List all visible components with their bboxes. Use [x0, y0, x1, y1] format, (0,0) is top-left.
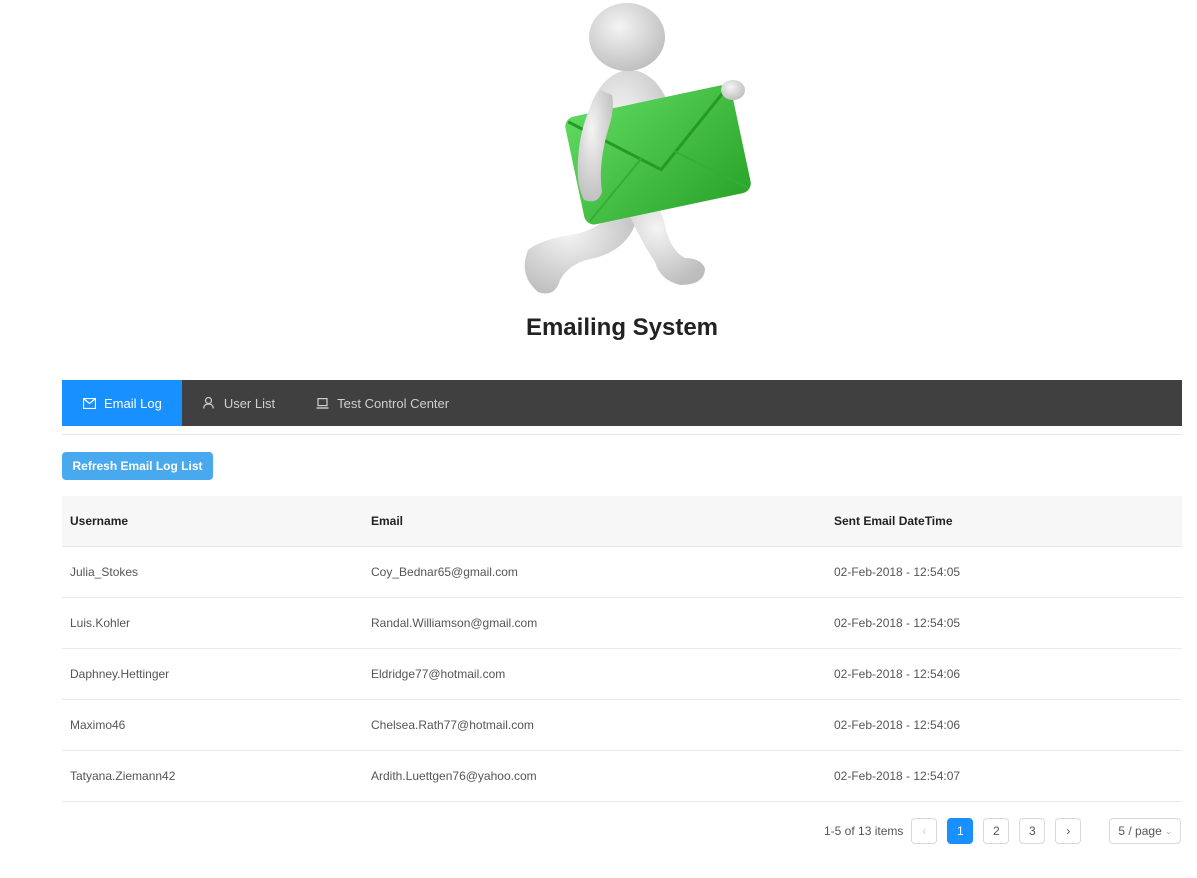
- cell-email: Eldridge77@hotmail.com: [371, 667, 506, 681]
- chevron-down-icon: ⌄: [1164, 825, 1173, 836]
- tab-test-control-center[interactable]: Test Control Center: [295, 380, 469, 426]
- table-header: Username Email Sent Email DateTime: [62, 496, 1182, 547]
- pagination-total: 1-5 of 13 items: [824, 824, 904, 838]
- cell-username: Luis.Kohler: [70, 616, 131, 630]
- cell-username: Julia_Stokes: [70, 565, 139, 579]
- cell-username: Tatyana.Ziemann42: [70, 769, 176, 783]
- table-row[interactable]: Julia_Stokes Coy_Bednar65@gmail.com 02-F…: [62, 547, 1182, 598]
- hero-illustration: [500, 0, 760, 310]
- table-row[interactable]: Daphney.Hettinger Eldridge77@hotmail.com…: [62, 649, 1182, 700]
- cell-email: Chelsea.Rath77@hotmail.com: [371, 718, 534, 732]
- refresh-email-log-button[interactable]: Refresh Email Log List: [62, 452, 213, 480]
- page-1-button[interactable]: 1: [947, 818, 974, 844]
- table-row[interactable]: Tatyana.Ziemann42 Ardith.Luettgen76@yaho…: [62, 751, 1182, 802]
- cell-sent-datetime: 02-Feb-2018 - 12:54:05: [834, 565, 961, 579]
- next-page-button[interactable]: ›: [1055, 818, 1082, 844]
- cell-username: Daphney.Hettinger: [70, 667, 170, 681]
- main-nav: Email Log User List Test Control Center: [62, 380, 1182, 426]
- prev-page-button[interactable]: ‹: [911, 818, 938, 844]
- mail-carrier-figure: [524, 3, 751, 294]
- user-icon: [202, 396, 216, 410]
- page-3-button[interactable]: 3: [1019, 818, 1046, 844]
- column-header-username[interactable]: Username: [62, 514, 363, 528]
- cell-email: Ardith.Luettgen76@yahoo.com: [371, 769, 537, 783]
- cell-sent-datetime: 02-Feb-2018 - 12:54:06: [834, 667, 961, 681]
- cell-sent-datetime: 02-Feb-2018 - 12:54:05: [834, 616, 961, 630]
- cell-email: Randal.Williamson@gmail.com: [371, 616, 538, 630]
- column-header-email[interactable]: Email: [363, 514, 826, 528]
- table-row[interactable]: Luis.Kohler Randal.Williamson@gmail.com …: [62, 598, 1182, 649]
- tab-user-list-label: User List: [223, 395, 276, 411]
- page-2-button[interactable]: 2: [983, 818, 1010, 844]
- tab-test-control-center-label: Test Control Center: [337, 395, 450, 411]
- cell-username: Maximo46: [70, 718, 126, 732]
- mail-icon: [82, 396, 96, 410]
- tab-user-list[interactable]: User List: [182, 380, 295, 426]
- email-log-table: Username Email Sent Email DateTime Julia…: [62, 496, 1182, 802]
- tab-email-log-label: Email Log: [104, 395, 162, 411]
- page-size-select[interactable]: 5 / page ⌄: [1109, 818, 1182, 844]
- page-title: Emailing System: [525, 314, 719, 341]
- column-header-sent-datetime[interactable]: Sent Email DateTime: [826, 514, 1182, 528]
- divider: [62, 434, 1182, 435]
- table-row[interactable]: Maximo46 Chelsea.Rath77@hotmail.com 02-F…: [62, 700, 1182, 751]
- cell-sent-datetime: 02-Feb-2018 - 12:54:06: [834, 718, 961, 732]
- laptop-icon: [315, 396, 329, 410]
- cell-sent-datetime: 02-Feb-2018 - 12:54:07: [834, 769, 961, 783]
- page-size-value: 5 / page: [1118, 824, 1162, 838]
- pagination: 1-5 of 13 items ‹ 1 2 3 › 5 / page ⌄: [824, 817, 1182, 845]
- cell-email: Coy_Bednar65@gmail.com: [371, 565, 518, 579]
- tab-email-log[interactable]: Email Log: [62, 380, 182, 426]
